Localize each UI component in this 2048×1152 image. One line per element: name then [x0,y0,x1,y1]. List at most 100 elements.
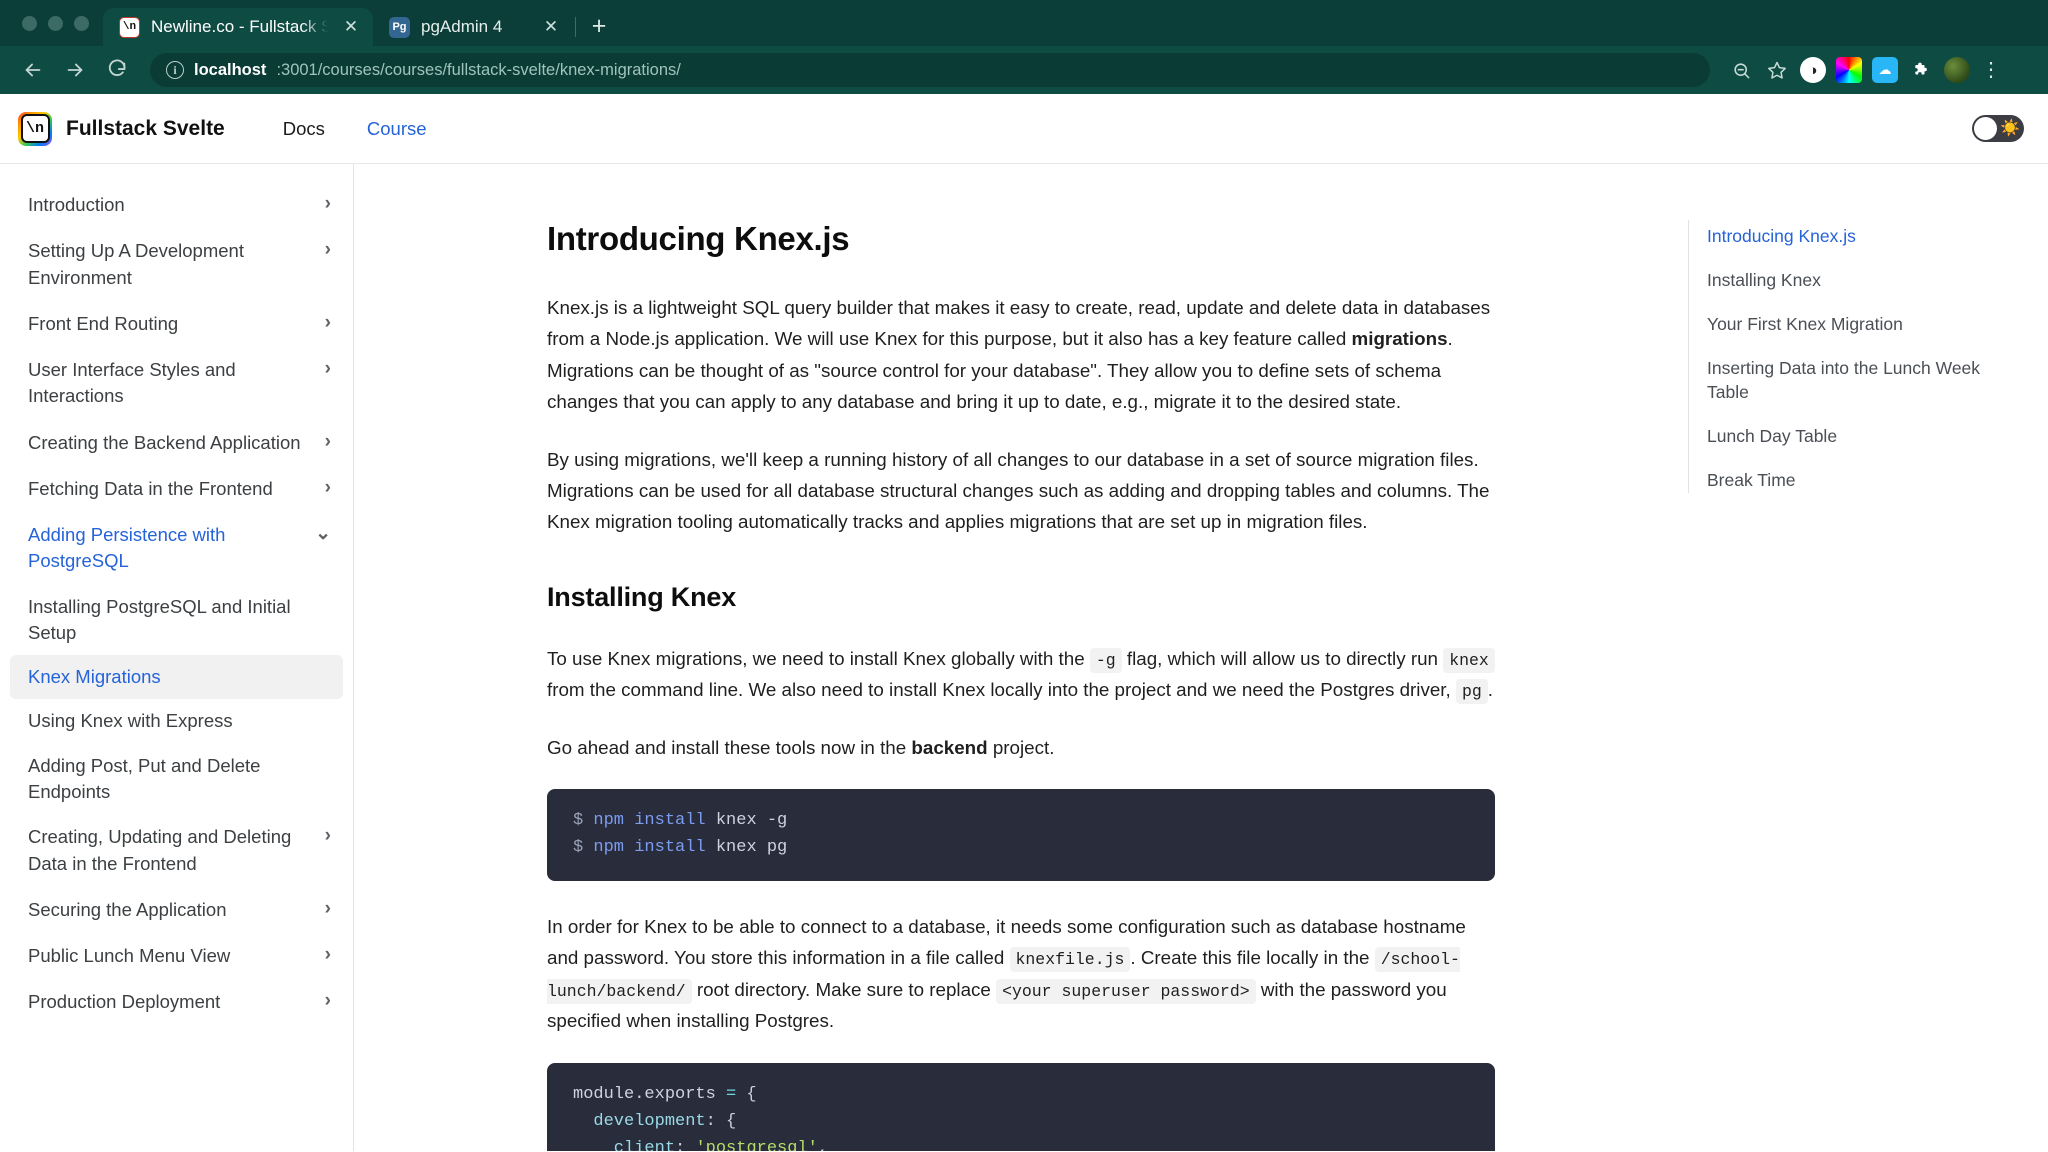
sidebar-item-label: User Interface Styles and Interactions [28,359,236,407]
close-icon[interactable]: ✕ [339,15,363,39]
browser-toolbar: i localhost:3001/courses/courses/fullsta… [0,46,2048,94]
sidebar-item-label: Setting Up A Development Environment [28,240,244,288]
sidebar-item-label: Adding Persistence with PostgreSQL [28,524,226,572]
sidebar-item-production-deployment[interactable]: Production Deployment › [0,979,353,1025]
browser-menu-icon[interactable]: ⋮ [1980,60,2002,80]
code-token: { [736,1084,757,1104]
text-run: Knex.js is a lightweight SQL query build… [547,297,1491,350]
section-heading-installing-knex: Installing Knex [547,581,737,612]
bold-migrations: migrations [1351,328,1448,350]
window-close-button[interactable] [22,15,37,31]
url-path: :3001/courses/courses/fullstack-svelte/k… [276,60,681,79]
sidebar-subitem-installing-postgresql-and-initial-setup[interactable]: Installing PostgreSQL and Initial Setup [10,585,343,656]
sidebar-item-label: Creating the Backend Application [28,431,301,453]
window-maximize-button[interactable] [74,15,89,31]
code-block-knexfile[interactable]: module.exports = { development: { client… [547,1062,1495,1151]
toc-item-break-time[interactable]: Break Time [1707,468,2008,493]
article-scroll-region[interactable]: Introducing Knex.js Knex.js is a lightwe… [354,164,1688,1151]
code-token: install [634,811,706,831]
reload-icon[interactable] [98,51,136,89]
toc-item-introducing-knexjs[interactable]: Introducing Knex.js [1707,224,2008,249]
sidebar-item-creating-updating-and-deleting-data-in-the-frontend[interactable]: Creating, Updating and Deleting Data in … [0,814,353,887]
nav-link-docs[interactable]: Docs [283,118,325,140]
code-token: : [675,1138,696,1151]
new-tab-button[interactable]: + [582,9,616,43]
browser-tab-pgadmin[interactable]: Pg pgAdmin 4 ✕ [373,8,573,46]
table-of-contents: Introducing Knex.js Installing Knex Your… [1688,164,2048,1151]
nav-link-course[interactable]: Course [367,118,427,140]
address-bar[interactable]: i localhost:3001/courses/courses/fullsta… [150,53,1710,87]
page-title: Introducing Knex.js [547,220,850,257]
content-area: Introducing Knex.js Knex.js is a lightwe… [354,164,2048,1151]
sidebar-item-user-interface-styles-and-interactions[interactable]: User Interface Styles and Interactions › [0,347,353,420]
toc-item-lunch-day-table[interactable]: Lunch Day Table [1707,424,2008,449]
cloud-extension-icon[interactable]: ☁ [1872,57,1898,83]
site-header: \n Fullstack Svelte Docs Course ☀️ [0,94,2048,164]
window-controls [14,0,103,46]
code-block-npm-install[interactable]: $ npm install knex -g $ npm install knex… [547,789,1495,881]
tab-title: pgAdmin 4 [421,17,503,36]
brand[interactable]: \n Fullstack Svelte [18,111,225,146]
close-icon[interactable]: ✕ [539,15,563,39]
site-info-icon[interactable]: i [166,61,184,79]
code-token: knex pg [705,838,788,858]
extensions-puzzle-icon[interactable] [1908,57,1934,83]
tab-strip: \n Newline.co - Fullstack Svelte C ✕ Pg … [0,0,2048,46]
code-token: 'postgresql' [695,1138,818,1151]
profile-avatar-icon[interactable] [1944,57,1970,83]
sidebar-subitem-using-knex-with-express[interactable]: Using Knex with Express [10,699,343,743]
sidebar-item-public-lunch-menu-view[interactable]: Public Lunch Menu View › [0,933,353,979]
bookmark-star-icon[interactable] [1764,57,1790,83]
color-picker-extension-icon[interactable] [1836,57,1862,83]
inline-code-pg: pg [1455,679,1488,705]
tab-title: Newline.co - Fullstack Svelte C [151,17,328,36]
toc-item-your-first-knex-migration[interactable]: Your First Knex Migration [1707,312,2008,337]
paragraph-install-instructions: To use Knex migrations, we need to insta… [547,643,1495,706]
inline-code-superuser-password: <your superuser password> [996,978,1256,1004]
text-run: project. [987,736,1055,758]
sidebar-item-front-end-routing[interactable]: Front End Routing › [0,301,353,347]
code-token: $ [573,838,594,858]
chevron-right-icon: › [324,897,331,919]
newline-favicon: \n [119,16,140,38]
sidebar-item-adding-persistence-with-postgresql[interactable]: Adding Persistence with PostgreSQL ⌄ [0,512,353,585]
sidebar-item-label: Production Deployment [28,991,221,1013]
code-token: development [573,1111,706,1131]
chevron-right-icon: › [324,476,331,498]
sidebar-item-introduction[interactable]: Introduction › [0,182,353,228]
dark-reader-extension-icon[interactable]: ◑ [1800,57,1826,83]
sidebar-subitem-knex-migrations[interactable]: Knex Migrations [10,655,343,700]
sidebar-item-label: Creating, Updating and Deleting Data in … [28,826,292,874]
page-body: Introduction › Setting Up A Development … [0,164,2048,1151]
toc-item-installing-knex[interactable]: Installing Knex [1707,268,2008,293]
back-arrow-icon[interactable] [14,51,52,89]
paragraph-go-ahead: Go ahead and install these tools now in … [547,732,1495,763]
sidebar-item-label: Front End Routing [28,312,179,334]
code-token: npm [593,811,625,831]
toc-list: Introducing Knex.js Installing Knex Your… [1688,220,2008,493]
main-nav: Docs Course [283,118,427,140]
code-token: npm [593,838,625,858]
text-run: root directory. Make sure to replace [691,978,997,1000]
window-minimize-button[interactable] [48,15,63,31]
text-run: from the command line. We also need to i… [547,679,1456,701]
code-token: , [817,1138,829,1151]
sidebar-item-fetching-data-in-the-frontend[interactable]: Fetching Data in the Frontend › [0,466,353,512]
toc-item-inserting-data-into-the-lunch-week-table[interactable]: Inserting Data into the Lunch Week Table [1707,356,2008,406]
browser-tab-newline[interactable]: \n Newline.co - Fullstack Svelte C ✕ [103,8,373,46]
sidebar-item-securing-the-application[interactable]: Securing the Application › [0,887,353,933]
inline-code-knexfile-js: knexfile.js [1009,947,1131,973]
chevron-right-icon: › [324,825,331,847]
sidebar-subitem-adding-post-put-and-delete-endpoints[interactable]: Adding Post, Put and Delete Endpoints [10,744,343,815]
sidebar-item-creating-the-backend-application[interactable]: Creating the Backend Application › [0,420,353,466]
paragraph-knexfile: In order for Knex to be able to connect … [547,911,1495,1037]
zoom-magnifier-icon[interactable] [1728,57,1754,83]
code-token: knex -g [705,811,788,831]
course-sidebar[interactable]: Introduction › Setting Up A Development … [0,164,354,1151]
theme-toggle[interactable]: ☀️ [1972,115,2024,142]
sidebar-item-setting-up-a-development-environment[interactable]: Setting Up A Development Environment › [0,228,353,301]
forward-arrow-icon[interactable] [56,51,94,89]
tab-divider [575,17,576,37]
